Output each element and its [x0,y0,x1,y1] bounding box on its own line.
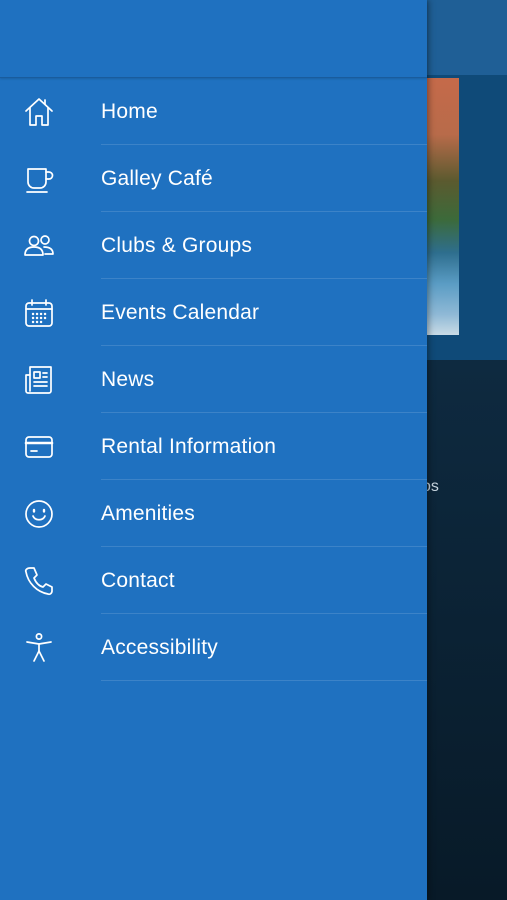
menu-item-label: Amenities [101,501,196,525]
card-icon [22,430,56,464]
resort-photo [427,78,459,335]
menu-item-events-calendar[interactable]: Events Calendar [0,279,427,346]
divider [101,680,427,681]
menu-item-home[interactable]: Home [0,78,427,145]
menu-item-contact[interactable]: Contact [0,547,427,614]
menu-item-label: Home [101,99,158,123]
menu-item-galley-cafe[interactable]: Galley Café [0,145,427,212]
app-screen: os Home Galley Café Clubs & Groups Event… [0,0,507,900]
home-icon [22,95,56,129]
navigation-drawer: Home Galley Café Clubs & Groups Events C… [0,0,427,900]
people-icon [22,229,56,263]
menu-item-news[interactable]: News [0,346,427,413]
smiley-icon [22,497,56,531]
cup-icon [22,162,56,196]
newspaper-icon [22,363,56,397]
menu-item-accessibility[interactable]: Accessibility [0,614,427,681]
menu-item-label: Accessibility [101,635,218,659]
accessibility-icon [22,631,56,665]
calendar-icon [22,296,56,330]
drawer-header [0,0,427,78]
menu-item-rental-information[interactable]: Rental Information [0,413,427,480]
menu-item-label: News [101,367,155,391]
menu-item-label: Contact [101,568,175,592]
menu-item-label: Rental Information [101,434,277,458]
menu-item-label: Galley Café [101,166,213,190]
phone-icon [22,564,56,598]
menu-item-amenities[interactable]: Amenities [0,480,427,547]
drawer-menu: Home Galley Café Clubs & Groups Events C… [0,78,427,681]
menu-item-clubs-groups[interactable]: Clubs & Groups [0,212,427,279]
menu-item-label: Clubs & Groups [101,233,253,257]
menu-item-label: Events Calendar [101,300,260,324]
